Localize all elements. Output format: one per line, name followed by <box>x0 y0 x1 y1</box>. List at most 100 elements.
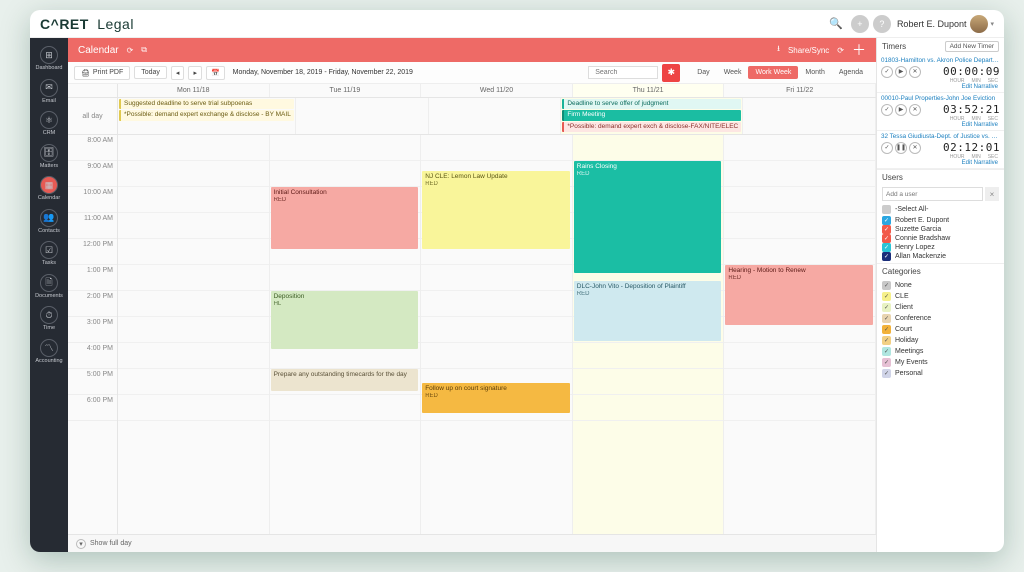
day-col-wed[interactable]: NJ CLE: Lemon Law UpdateRED Follow up on … <box>421 135 573 534</box>
day-col-tue[interactable]: Initial ConsultationRED DepositionHL Prepa… <box>270 135 422 534</box>
sync-icon[interactable]: ⟳ <box>837 46 844 55</box>
popout-icon[interactable]: ⧉ <box>141 45 147 55</box>
help-icon[interactable]: ? <box>873 15 891 33</box>
user-item[interactable]: Robert E. Dupont <box>882 216 999 225</box>
category-item[interactable]: Holiday <box>882 336 999 345</box>
allday-thu[interactable]: Deadline to serve offer of judgmentFirm … <box>561 98 743 134</box>
today-button[interactable]: Today <box>134 66 167 79</box>
category-checkbox[interactable] <box>882 347 891 356</box>
category-item[interactable]: Personal <box>882 369 999 378</box>
user-checkbox[interactable] <box>882 216 891 225</box>
select-all-users[interactable]: -Select All- <box>882 205 999 214</box>
user-name[interactable]: Robert E. Dupont <box>897 19 967 29</box>
nav-item-tasks[interactable]: ☑Tasks <box>30 237 68 270</box>
nav-item-dashboard[interactable]: ⊞Dashboard <box>30 42 68 75</box>
category-checkbox[interactable] <box>882 292 891 301</box>
category-item[interactable]: None <box>882 281 999 290</box>
category-item[interactable]: CLE <box>882 292 999 301</box>
nav-item-matters[interactable]: 🗄Matters <box>30 140 68 173</box>
next-button[interactable]: ▸ <box>188 66 202 80</box>
calendar-event[interactable]: DLC-John Vito - Deposition of PlaintiffR… <box>574 281 722 341</box>
edit-narrative-link[interactable]: Edit Narrative <box>881 122 1000 128</box>
add-timer-button[interactable]: Add New Timer <box>945 41 999 52</box>
add-event-button[interactable]: ＋ <box>852 43 866 57</box>
allday-event[interactable]: *Possible: demand expert exchange & disc… <box>119 110 294 120</box>
timer-check-button[interactable]: ✓ <box>881 104 893 116</box>
timer-close-button[interactable]: ✕ <box>909 66 921 78</box>
category-checkbox[interactable] <box>882 325 891 334</box>
refresh-icon[interactable]: ⟳ <box>127 46 134 55</box>
search-input[interactable] <box>588 66 658 79</box>
category-checkbox[interactable] <box>882 281 891 290</box>
calendar-event[interactable]: DepositionHL <box>271 291 419 349</box>
timer-close-button[interactable]: ✕ <box>909 104 921 116</box>
user-checkbox[interactable] <box>882 243 891 252</box>
timer-case-link[interactable]: 01803-Hamilton vs. Akron Police Departme… <box>881 57 1000 64</box>
user-item[interactable]: Allan Mackenzie <box>882 252 999 261</box>
edit-narrative-link[interactable]: Edit Narrative <box>881 84 1000 90</box>
timer-play-button[interactable]: ▶ <box>895 104 907 116</box>
view-work-week[interactable]: Work Week <box>748 66 798 79</box>
avatar[interactable] <box>970 15 988 33</box>
category-item[interactable]: Court <box>882 325 999 334</box>
calendar-event[interactable]: Hearing - Motion to RenewRED <box>725 265 873 325</box>
date-picker-button[interactable]: 📅 <box>206 66 225 80</box>
category-checkbox[interactable] <box>882 314 891 323</box>
category-item[interactable]: Meetings <box>882 347 999 356</box>
user-checkbox[interactable] <box>882 252 891 261</box>
timer-play-button[interactable]: ❚❚ <box>895 142 907 154</box>
allday-wed[interactable] <box>429 98 562 134</box>
category-item[interactable]: Conference <box>882 314 999 323</box>
view-month[interactable]: Month <box>798 66 831 79</box>
allday-fri[interactable] <box>743 98 876 134</box>
share-sync-button[interactable]: Share/Sync <box>788 46 829 55</box>
timer-check-button[interactable]: ✓ <box>881 66 893 78</box>
category-item[interactable]: My Events <box>882 358 999 367</box>
nav-item-documents[interactable]: 🗎Documents <box>30 270 68 303</box>
search-icon[interactable]: 🔍 <box>829 17 843 30</box>
add-user-input[interactable] <box>882 187 983 201</box>
allday-event[interactable]: Suggested deadline to serve trial subpoe… <box>119 99 294 109</box>
timer-case-link[interactable]: 00010-Paul Properties-John Joe Eviction <box>881 95 1000 102</box>
timer-check-button[interactable]: ✓ <box>881 142 893 154</box>
timer-play-button[interactable]: ▶ <box>895 66 907 78</box>
day-col-fri[interactable]: Hearing - Motion to RenewRED <box>724 135 876 534</box>
user-checkbox[interactable] <box>882 234 891 243</box>
calendar-event[interactable]: Initial ConsultationRED <box>271 187 419 249</box>
day-col-mon[interactable] <box>118 135 270 534</box>
edit-narrative-link[interactable]: Edit Narrative <box>881 160 1000 166</box>
user-checkbox[interactable] <box>882 225 891 234</box>
calendar-event[interactable]: Prepare any outstanding timecards for th… <box>271 369 419 391</box>
export-icon[interactable]: ⭳ <box>777 43 780 57</box>
user-item[interactable]: Henry Lopez <box>882 243 999 252</box>
timer-close-button[interactable]: ✕ <box>909 142 921 154</box>
allday-event[interactable]: *Possible: demand expert exch & disclose… <box>562 122 741 132</box>
user-item[interactable]: Connie Bradshaw <box>882 234 999 243</box>
view-week[interactable]: Week <box>717 66 749 79</box>
nav-item-time[interactable]: ⏱Time <box>30 302 68 335</box>
view-agenda[interactable]: Agenda <box>832 66 870 79</box>
calendar-event[interactable]: NJ CLE: Lemon Law UpdateRED <box>422 171 570 249</box>
allday-tue[interactable] <box>296 98 429 134</box>
allday-event[interactable]: Firm Meeting <box>562 110 741 120</box>
category-checkbox[interactable] <box>882 303 891 312</box>
category-checkbox[interactable] <box>882 336 891 345</box>
timer-case-link[interactable]: 32 Tessa Giudiusta-Dept. of Justice vs. … <box>881 133 1000 140</box>
view-day[interactable]: Day <box>690 66 716 79</box>
prev-button[interactable]: ◂ <box>171 66 185 80</box>
remove-user-button[interactable]: × <box>985 187 999 201</box>
category-item[interactable]: Client <box>882 303 999 312</box>
calendar-event[interactable]: Rains ClosingRED <box>574 161 722 273</box>
nav-item-email[interactable]: ✉Email <box>30 75 68 108</box>
nav-item-accounting[interactable]: 〽Accounting <box>30 335 68 368</box>
calendar-event[interactable]: Follow up on court signatureRED <box>422 383 570 413</box>
nav-item-contacts[interactable]: 👥Contacts <box>30 205 68 238</box>
nav-item-crm[interactable]: ⚛CRM <box>30 107 68 140</box>
category-checkbox[interactable] <box>882 369 891 378</box>
user-menu-chevron-icon[interactable]: ▾ <box>990 20 994 28</box>
settings-button[interactable]: ✱ <box>662 64 680 82</box>
category-checkbox[interactable] <box>882 358 891 367</box>
add-icon[interactable]: + <box>851 15 869 33</box>
allday-mon[interactable]: Suggested deadline to serve trial subpoe… <box>118 98 296 134</box>
nav-item-calendar[interactable]: ▦Calendar <box>30 172 68 205</box>
